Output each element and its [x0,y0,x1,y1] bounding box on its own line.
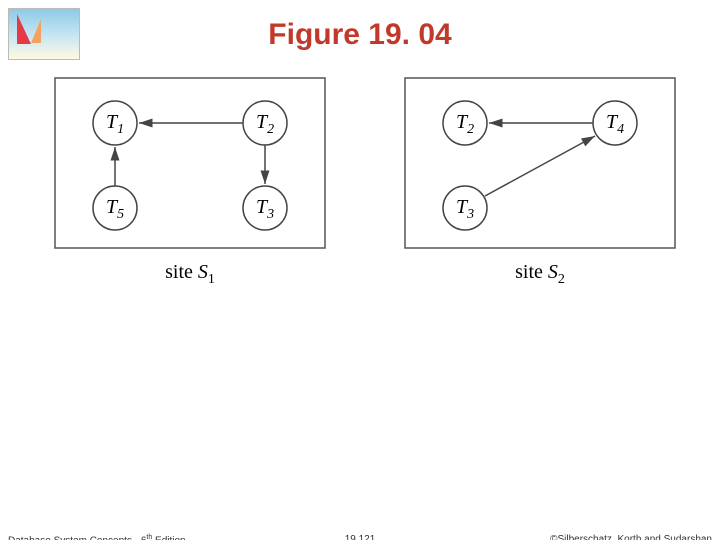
edge-T3-T4 [485,136,595,196]
footer-right: ©Silberschatz, Korth and Sudarshan [550,534,712,540]
figure-title: Figure 19. 04 [0,18,720,52]
site2-group: T2 T4 T3 site S2 [405,78,675,287]
diagram-container: T1 T2 T5 T3 site S1 T2 T4 [45,68,685,298]
site1-group: T1 T2 T5 T3 site S1 [55,78,325,287]
site1-caption: site S1 [165,261,215,287]
site2-caption: site S2 [515,261,565,287]
